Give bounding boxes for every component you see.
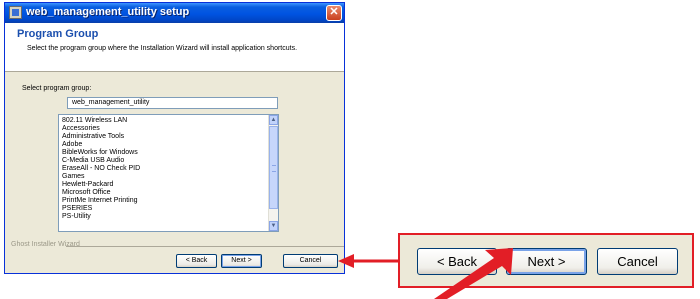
pointer-arrow-to-cancel-icon [338, 254, 398, 268]
annotation-arrows [338, 248, 513, 299]
pointer-arrow-to-next-icon [434, 248, 513, 299]
